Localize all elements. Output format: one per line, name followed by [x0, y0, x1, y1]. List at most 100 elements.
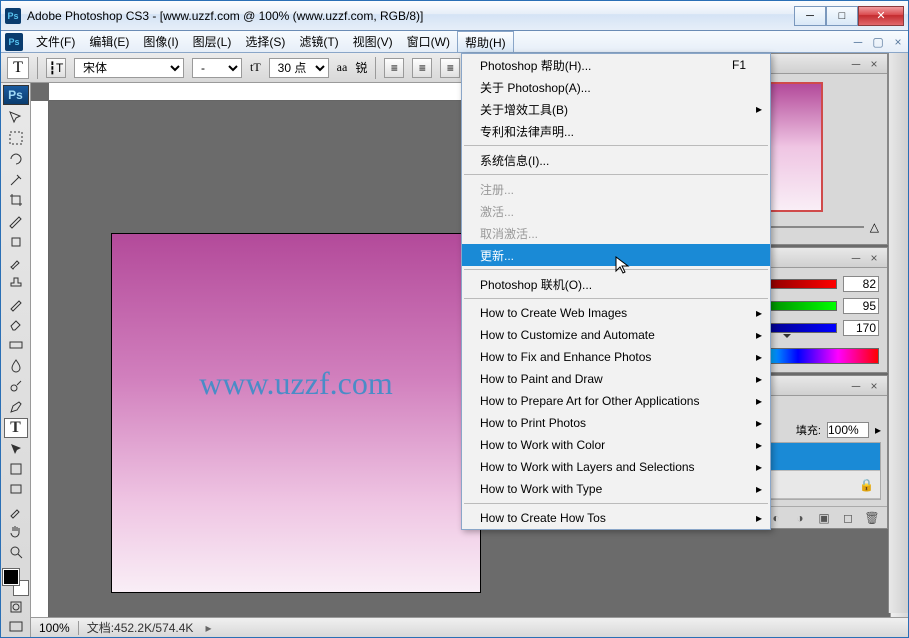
- panel-close-icon[interactable]: ×: [867, 379, 881, 393]
- menuitem[interactable]: 专利和法律声明...: [462, 120, 770, 142]
- pen-tool[interactable]: [4, 397, 28, 417]
- blur-tool[interactable]: [4, 356, 28, 376]
- fill-label: 填充:: [796, 422, 821, 438]
- g-value[interactable]: [843, 298, 879, 314]
- menuitem[interactable]: Photoshop 联机(O)...: [462, 273, 770, 295]
- lock-icon: 🔒: [859, 478, 874, 492]
- menuitem[interactable]: 关于增效工具(B)▸: [462, 98, 770, 120]
- panel-close-icon[interactable]: ×: [867, 57, 881, 71]
- menuitem: 注册...: [462, 178, 770, 200]
- menu-t[interactable]: 滤镜(T): [292, 31, 345, 52]
- menubar-app-icon[interactable]: Ps: [5, 33, 23, 51]
- menuitem[interactable]: Photoshop 帮助(H)...F1: [462, 54, 770, 76]
- foreground-color[interactable]: [3, 569, 19, 585]
- menuitem[interactable]: How to Work with Color▸: [462, 434, 770, 456]
- dodge-tool[interactable]: [4, 377, 28, 397]
- menu-s[interactable]: 选择(S): [238, 31, 292, 52]
- menuitem: 激活...: [462, 200, 770, 222]
- menuitem[interactable]: How to Create Web Images▸: [462, 302, 770, 324]
- zoom-level[interactable]: 100%: [31, 621, 79, 635]
- r-value[interactable]: [843, 276, 879, 292]
- gradient-tool[interactable]: [4, 335, 28, 355]
- notes-tool[interactable]: [4, 480, 28, 500]
- layer-group-icon[interactable]: ▣: [815, 510, 833, 526]
- shape-tool[interactable]: [4, 460, 28, 480]
- zoom-tool[interactable]: [4, 542, 28, 562]
- menuitem[interactable]: How to Customize and Automate▸: [462, 324, 770, 346]
- adjustment-layer-icon[interactable]: ◑: [791, 510, 809, 526]
- panel-minimize-icon[interactable]: ─: [849, 57, 863, 71]
- zoom-in-icon[interactable]: △: [870, 220, 879, 234]
- maximize-button[interactable]: □: [826, 6, 858, 26]
- app-icon: Ps: [5, 8, 21, 24]
- panel-minimize-icon[interactable]: ─: [849, 379, 863, 393]
- font-family-select[interactable]: 宋体: [74, 58, 184, 78]
- move-tool[interactable]: [4, 108, 28, 128]
- color-swatches[interactable]: [3, 569, 29, 596]
- document-size[interactable]: 文档:452.2K/574.4K: [79, 619, 202, 636]
- antialias-mode[interactable]: 锐: [355, 59, 367, 76]
- delete-layer-icon[interactable]: 🗑: [863, 510, 881, 526]
- ruler-vertical[interactable]: [31, 101, 49, 617]
- crop-tool[interactable]: [4, 191, 28, 211]
- menuitem[interactable]: 更新...: [462, 244, 770, 266]
- menu-v[interactable]: 视图(V): [346, 31, 400, 52]
- align-left-button[interactable]: ≡: [384, 58, 404, 78]
- collapsed-panel-dock[interactable]: [888, 53, 908, 613]
- menu-f[interactable]: 文件(F): [29, 31, 82, 52]
- doc-close-icon[interactable]: ×: [888, 31, 908, 52]
- brush-tool[interactable]: [4, 253, 28, 273]
- marquee-tool[interactable]: [4, 129, 28, 149]
- fill-arrow-icon[interactable]: ▸: [875, 423, 881, 437]
- text-tool-indicator: T: [7, 57, 29, 79]
- menu-w[interactable]: 窗口(W): [400, 31, 457, 52]
- history-brush-tool[interactable]: [4, 294, 28, 314]
- b-value[interactable]: [843, 320, 879, 336]
- slice-tool[interactable]: [4, 211, 28, 231]
- menuitem[interactable]: How to Paint and Draw▸: [462, 368, 770, 390]
- menuitem[interactable]: How to Create How Tos▸: [462, 507, 770, 529]
- eraser-tool[interactable]: [4, 315, 28, 335]
- stamp-tool[interactable]: [4, 273, 28, 293]
- document-canvas[interactable]: www.uzzf.com: [111, 233, 481, 593]
- doc-minimize-icon[interactable]: ─: [848, 31, 868, 52]
- status-bar: 100% 文档:452.2K/574.4K ▸: [31, 617, 908, 637]
- screenmode-button[interactable]: [4, 617, 28, 637]
- menuitem[interactable]: How to Prepare Art for Other Application…: [462, 390, 770, 412]
- menuitem[interactable]: How to Fix and Enhance Photos▸: [462, 346, 770, 368]
- toolbox-logo[interactable]: Ps: [3, 85, 29, 105]
- path-select-tool[interactable]: [4, 439, 28, 459]
- menu-i[interactable]: 图像(I): [136, 31, 185, 52]
- menu-h[interactable]: 帮助(H): [457, 31, 514, 52]
- new-layer-icon[interactable]: ◻: [839, 510, 857, 526]
- fill-input[interactable]: [827, 422, 869, 438]
- quickmask-button[interactable]: [4, 597, 28, 617]
- minimize-button[interactable]: ─: [794, 6, 826, 26]
- lasso-tool[interactable]: [4, 149, 28, 169]
- canvas-text: www.uzzf.com: [199, 365, 392, 402]
- menuitem[interactable]: How to Work with Layers and Selections▸: [462, 456, 770, 478]
- close-button[interactable]: ✕: [858, 6, 904, 26]
- menu-e[interactable]: 编辑(E): [82, 31, 136, 52]
- text-orientation-button[interactable]: ┇T: [46, 58, 66, 78]
- menuitem[interactable]: How to Work with Type▸: [462, 478, 770, 500]
- hand-tool[interactable]: [4, 522, 28, 542]
- menuitem: 取消激活...: [462, 222, 770, 244]
- wand-tool[interactable]: [4, 170, 28, 190]
- align-right-button[interactable]: ≡: [440, 58, 460, 78]
- menu-l[interactable]: 图层(L): [186, 31, 239, 52]
- type-tool[interactable]: T: [4, 418, 28, 438]
- doc-restore-icon[interactable]: ▢: [868, 31, 888, 52]
- font-size-select[interactable]: 30 点: [269, 58, 329, 78]
- panel-minimize-icon[interactable]: ─: [849, 251, 863, 265]
- panel-close-icon[interactable]: ×: [867, 251, 881, 265]
- status-arrow-icon[interactable]: ▸: [205, 621, 211, 635]
- menuitem[interactable]: How to Print Photos▸: [462, 412, 770, 434]
- menuitem[interactable]: 关于 Photoshop(A)...: [462, 76, 770, 98]
- font-style-select[interactable]: -: [192, 58, 242, 78]
- align-center-button[interactable]: ≡: [412, 58, 432, 78]
- antialias-label: aa: [337, 60, 348, 75]
- eyedropper-tool[interactable]: [4, 501, 28, 521]
- heal-tool[interactable]: [4, 232, 28, 252]
- menuitem[interactable]: 系统信息(I)...: [462, 149, 770, 171]
